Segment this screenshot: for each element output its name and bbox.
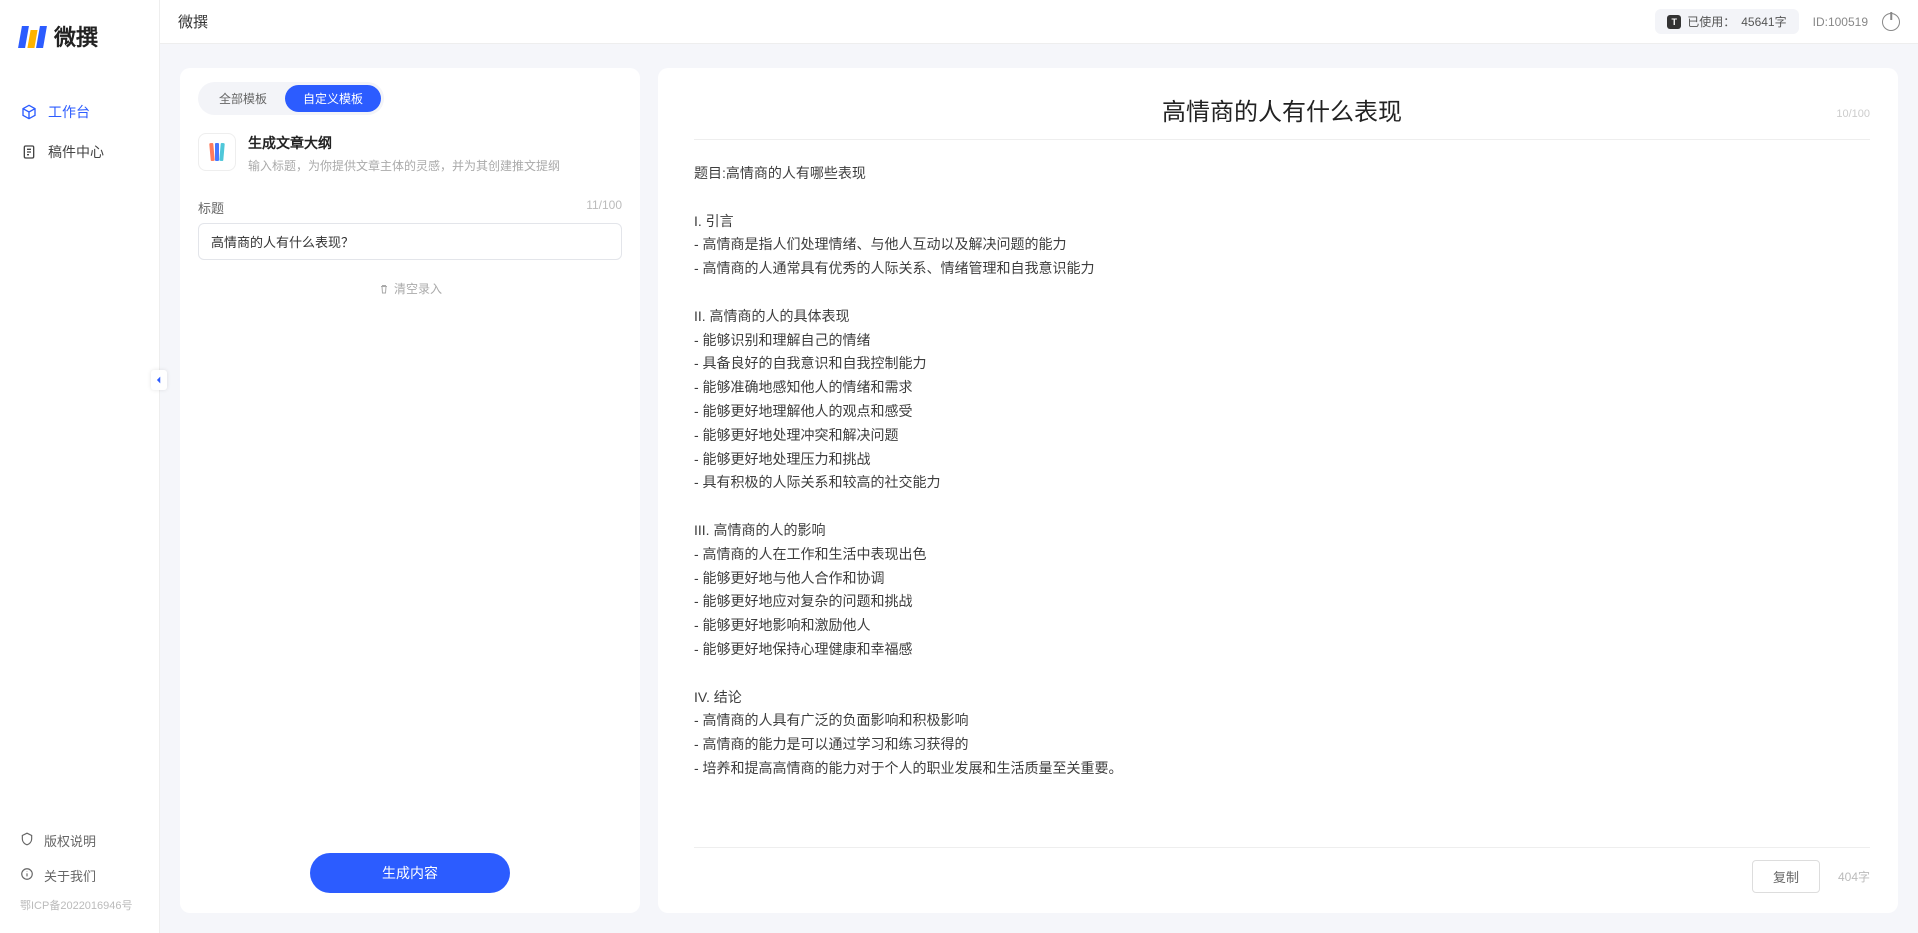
template-icon — [198, 133, 236, 171]
nav-drafts[interactable]: 稿件中心 — [0, 132, 159, 172]
usage-value: 45641字 — [1741, 13, 1786, 30]
clear-input-button[interactable]: 清空录入 — [378, 280, 442, 297]
template-desc: 输入标题，为你提供文章主体的灵感，并为其创建推文提纲 — [248, 157, 622, 174]
books-icon — [210, 143, 224, 161]
logo-text: 微撰 — [54, 20, 98, 52]
footer-about[interactable]: 关于我们 — [0, 858, 159, 893]
user-id: ID:100519 — [1813, 15, 1868, 29]
collapse-sidebar-button[interactable] — [151, 370, 167, 390]
sidebar: 微撰 工作台 稿件中心 版权说明 — [0, 0, 160, 933]
power-icon[interactable] — [1882, 13, 1900, 31]
footer-copyright[interactable]: 版权说明 — [0, 823, 159, 858]
document-icon — [20, 143, 38, 161]
output-panel: 高情商的人有什么表现 10/100 题目:高情商的人有哪些表现 I. 引言 - … — [658, 68, 1898, 913]
page-title: 微撰 — [178, 11, 208, 32]
footer-label: 关于我们 — [44, 866, 96, 885]
footer-label: 版权说明 — [44, 831, 96, 850]
nav-label: 稿件中心 — [48, 142, 104, 162]
cube-icon — [20, 103, 38, 121]
title-field-counter: 11/100 — [586, 198, 622, 217]
usage-pill[interactable]: T 已使用： 45641字 — [1655, 9, 1798, 34]
icp-text: 鄂ICP备2022016946号 — [0, 893, 159, 923]
copy-button[interactable]: 复制 — [1752, 860, 1820, 893]
token-icon: T — [1667, 15, 1681, 29]
output-title-counter: 10/100 — [1836, 108, 1870, 120]
workspace: 全部模板 自定义模板 生成文章大纲 输入标题，为你提供文章主体的灵感，并为其创建… — [160, 44, 1918, 933]
main: 微撰 T 已使用： 45641字 ID:100519 全部模板 自定义模板 — [160, 0, 1918, 933]
output-title: 高情商的人有什么表现 — [694, 86, 1870, 140]
tab-custom-template[interactable]: 自定义模板 — [285, 85, 381, 112]
logo-icon — [20, 24, 48, 48]
template-tabs: 全部模板 自定义模板 — [198, 82, 384, 115]
title-input[interactable] — [198, 223, 622, 260]
shield-icon — [20, 832, 34, 849]
generate-button[interactable]: 生成内容 — [310, 853, 510, 893]
template-card: 生成文章大纲 输入标题，为你提供文章主体的灵感，并为其创建推文提纲 — [198, 133, 622, 174]
input-panel: 全部模板 自定义模板 生成文章大纲 输入标题，为你提供文章主体的灵感，并为其创建… — [180, 68, 640, 913]
output-footer: 复制 404字 — [694, 847, 1870, 893]
info-icon — [20, 867, 34, 884]
tab-all-templates[interactable]: 全部模板 — [201, 85, 285, 112]
title-field-label: 标题 — [198, 198, 224, 217]
word-count: 404字 — [1838, 868, 1870, 885]
topbar: 微撰 T 已使用： 45641字 ID:100519 — [160, 0, 1918, 44]
output-body[interactable]: 题目:高情商的人有哪些表现 I. 引言 - 高情商是指人们处理情绪、与他人互动以… — [694, 150, 1870, 781]
template-title: 生成文章大纲 — [248, 133, 622, 153]
nav-workbench[interactable]: 工作台 — [0, 92, 159, 132]
footer-nav: 版权说明 关于我们 鄂ICP备2022016946号 — [0, 823, 159, 933]
trash-icon — [378, 283, 390, 295]
logo[interactable]: 微撰 — [0, 0, 159, 82]
usage-label: 已使用： — [1687, 13, 1735, 30]
nav-label: 工作台 — [48, 102, 90, 122]
nav: 工作台 稿件中心 — [0, 82, 159, 823]
